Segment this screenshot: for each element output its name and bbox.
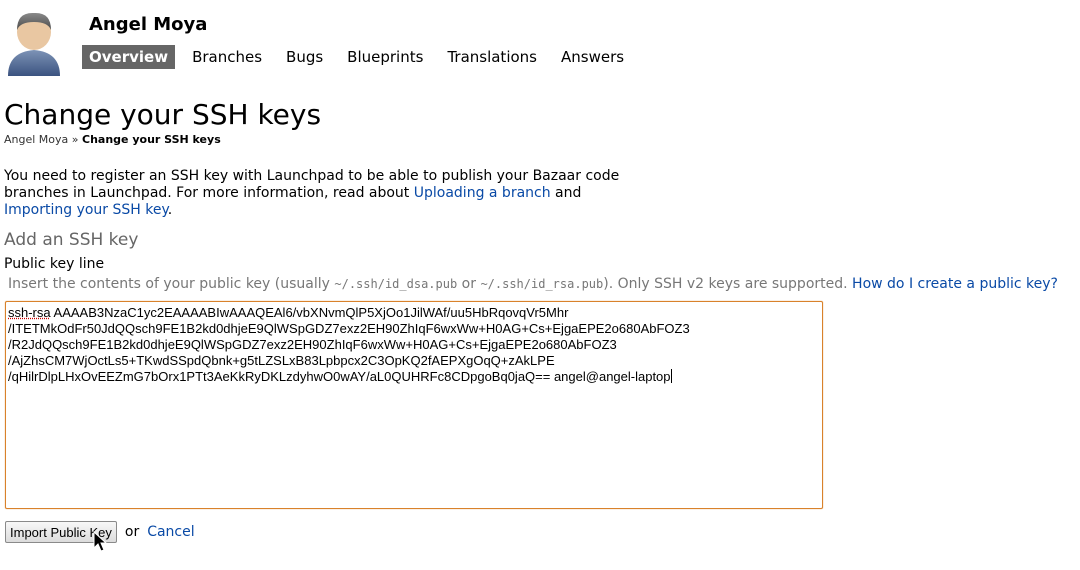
key-type-token: ssh-rsa [8,305,51,320]
intro-paragraph: You need to register an SSH key with Lau… [4,168,624,219]
tab-translations[interactable]: Translations [440,45,544,69]
breadcrumb-parent-link[interactable]: Angel Moya [4,133,68,146]
text-caret [670,369,672,383]
uploading-branch-link[interactable]: Uploading a branch [414,185,551,201]
key-line-rest: AAAAB3NzaC1yc2EAAAABIwAAAQEAl6/vbXNvmQlP… [50,305,569,320]
tab-overview[interactable]: Overview [82,45,176,69]
intro-text-2: and [550,185,582,201]
hint-text-1: Insert the contents of your public key (… [8,276,335,292]
tab-branches[interactable]: Branches [185,45,269,69]
field-label: Public key line [4,256,105,272]
key-line: /qHilrDlpLHxOvEEZmG7bOrx1PTt3AeKkRyDKLzd… [8,369,820,385]
intro-text-3: . [167,202,173,218]
field-hint: Insert the contents of your public key (… [8,276,1058,292]
key-line: /AjZhsCM7WjOctLs5+TKwdSSpdQbnk+g5tLZSLxB… [8,353,555,368]
breadcrumb-separator: » [71,133,79,146]
tab-bugs[interactable]: Bugs [279,45,330,69]
section-heading: Add an SSH key [4,230,139,250]
user-name: Angel Moya [89,14,208,35]
key-line: /ITETMkOdFr50JdQQsch9FE1B2kd0dhjeE9QlWSp… [8,321,690,336]
create-public-key-link[interactable]: How do I create a public key? [852,276,1058,292]
hint-code-dsa: ~/.ssh/id_dsa.pub [334,277,458,291]
page-title: Change your SSH keys [4,98,322,131]
public-key-textarea[interactable]: ssh-rsa AAAAB3NzaC1yc2EAAAABIwAAAQEAl6/v… [5,301,823,509]
key-line: /R2JdQQsch9FE1B2kd0dhjeE9QlWSpGDZ7exz2EH… [8,337,617,352]
key-line-last: /qHilrDlpLHxOvEEZmG7bOrx1PTt3AeKkRyDKLzd… [8,369,671,384]
avatar-icon [4,10,64,76]
main-tabs: Overview Branches Bugs Blueprints Transl… [82,44,641,70]
hint-code-rsa: ~/.ssh/id_rsa.pub [480,277,604,291]
cancel-link[interactable]: Cancel [147,524,194,540]
tab-answers[interactable]: Answers [554,45,631,69]
tab-blueprints[interactable]: Blueprints [340,45,430,69]
breadcrumb-current: Change your SSH keys [82,133,221,146]
breadcrumb: Angel Moya » Change your SSH keys [4,133,221,146]
importing-ssh-key-link[interactable]: Importing your SSH key [4,202,168,218]
key-line: ssh-rsa AAAAB3NzaC1yc2EAAAABIwAAAQEAl6/v… [8,305,820,321]
or-text: or [124,524,140,540]
hint-text-2: or [457,276,481,292]
hint-text-3: ). Only SSH v2 keys are supported. [603,276,853,292]
mouse-pointer-icon [93,530,109,553]
